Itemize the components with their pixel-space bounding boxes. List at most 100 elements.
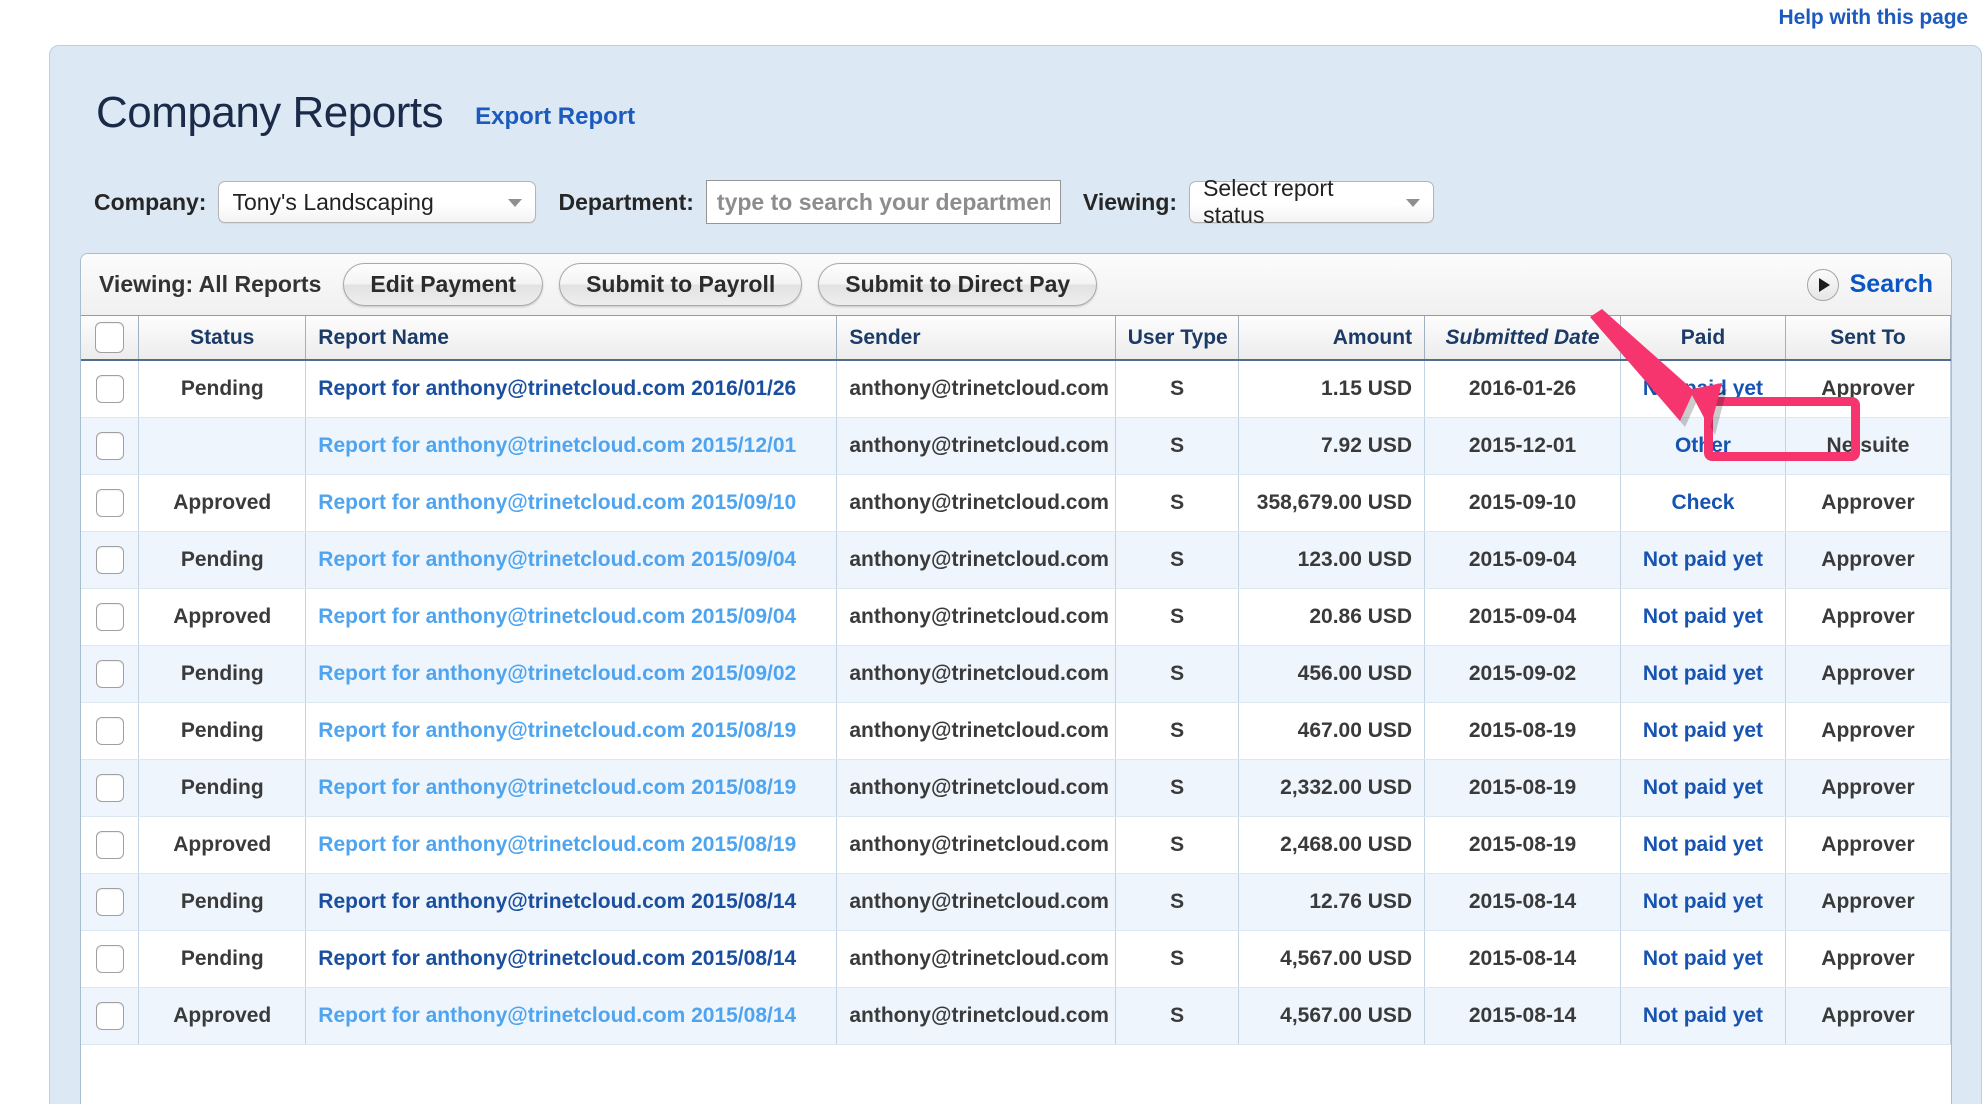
report-name-link[interactable]: Report for anthony@trinetcloud.com 2015/… <box>318 605 796 628</box>
row-checkbox[interactable] <box>95 887 124 916</box>
cell-report-name: Report for anthony@trinetcloud.com 2015/… <box>305 930 838 988</box>
row-checkbox[interactable] <box>95 431 124 460</box>
row-checkbox[interactable] <box>95 944 124 973</box>
cell-submitted-date: 2015-08-19 <box>1424 702 1621 760</box>
paid-status-link[interactable]: Not paid yet <box>1643 548 1763 571</box>
report-name-link[interactable]: Report for anthony@trinetcloud.com 2015/… <box>318 491 796 514</box>
select-all-header[interactable] <box>81 316 140 361</box>
title-row: Company Reports Export Report <box>96 91 635 135</box>
paid-status-link[interactable]: Not paid yet <box>1643 605 1763 628</box>
report-name-link[interactable]: Report for anthony@trinetcloud.com 2015/… <box>318 719 796 742</box>
cell-amount: 1.15 USD <box>1238 360 1426 418</box>
paid-status-link[interactable]: Not paid yet <box>1643 890 1763 913</box>
cell-submitted-date: 2016-01-26 <box>1424 360 1621 418</box>
row-select-cell[interactable] <box>81 987 140 1045</box>
report-name-link[interactable]: Report for anthony@trinetcloud.com 2015/… <box>318 1004 796 1027</box>
row-checkbox[interactable] <box>95 602 124 631</box>
column-header-status[interactable]: Status <box>138 316 307 361</box>
report-name-link[interactable]: Report for anthony@trinetcloud.com 2015/… <box>318 776 796 799</box>
submit-to-payroll-button[interactable]: Submit to Payroll <box>559 263 803 306</box>
column-header-sender[interactable]: Sender <box>836 316 1116 361</box>
row-select-cell[interactable] <box>81 645 140 703</box>
row-select-cell[interactable] <box>81 588 140 646</box>
table-row: Pending Report for anthony@trinetcloud.co… <box>81 645 1951 703</box>
row-select-cell[interactable] <box>81 816 140 874</box>
cell-amount: 467.00 USD <box>1238 702 1426 760</box>
column-header-submitted-date[interactable]: Submitted Date <box>1424 316 1621 361</box>
cell-amount: 12.76 USD <box>1238 873 1426 931</box>
company-select[interactable]: Tony's Landscaping <box>218 181 537 223</box>
paid-status-link[interactable]: Other <box>1675 434 1731 457</box>
row-select-cell[interactable] <box>81 531 140 589</box>
paid-status-link[interactable]: Not paid yet <box>1643 377 1763 400</box>
report-name-link[interactable]: Report for anthony@trinetcloud.com 2015/… <box>318 662 796 685</box>
report-name-link[interactable]: Report for anthony@trinetcloud.com 2015/… <box>318 947 796 970</box>
search-link[interactable]: Search <box>1850 270 1933 299</box>
column-header-paid[interactable]: Paid <box>1620 316 1786 361</box>
cell-submitted-date: 2015-08-19 <box>1424 816 1621 874</box>
column-header-amount[interactable]: Amount <box>1238 316 1426 361</box>
column-header-report-name[interactable]: Report Name <box>305 316 838 361</box>
cell-paid: Other <box>1620 417 1786 475</box>
column-header-sent-to[interactable]: Sent To <box>1785 316 1951 361</box>
cell-sender: anthony@trinetcloud.com <box>836 417 1116 475</box>
cell-status: Approved <box>138 816 307 874</box>
cell-amount: 123.00 USD <box>1238 531 1426 589</box>
paid-status-link[interactable]: Not paid yet <box>1643 833 1763 856</box>
cell-sender: anthony@trinetcloud.com <box>836 645 1116 703</box>
edit-payment-button[interactable]: Edit Payment <box>343 263 544 306</box>
paid-status-link[interactable]: Not paid yet <box>1643 719 1763 742</box>
row-checkbox[interactable] <box>95 773 124 802</box>
paid-status-link[interactable]: Not paid yet <box>1643 1004 1763 1027</box>
department-search-input[interactable] <box>705 180 1061 224</box>
report-name-link[interactable]: Report for anthony@trinetcloud.com 2015/… <box>318 434 796 457</box>
cell-status: Approved <box>138 474 307 532</box>
export-report-link[interactable]: Export Report <box>475 103 635 131</box>
viewing-label: Viewing: <box>1082 188 1178 215</box>
cell-status: Pending <box>138 531 307 589</box>
cell-sent-to: Approver <box>1785 702 1951 760</box>
report-name-link[interactable]: Report for anthony@trinetcloud.com 2015/… <box>318 890 796 913</box>
department-label: Department: <box>558 188 694 215</box>
report-name-link[interactable]: Report for anthony@trinetcloud.com 2015/… <box>318 548 796 571</box>
row-checkbox[interactable] <box>95 1001 124 1030</box>
paid-status-link[interactable]: Check <box>1671 491 1734 514</box>
play-triangle-icon[interactable] <box>1806 268 1839 301</box>
row-select-cell[interactable] <box>81 759 140 817</box>
report-name-link[interactable]: Report for anthony@trinetcloud.com 2016/… <box>318 377 796 400</box>
select-all-checkbox[interactable] <box>95 322 125 353</box>
paid-status-link[interactable]: Not paid yet <box>1643 662 1763 685</box>
page-root: Help with this page Company Reports Expo… <box>0 0 1982 1104</box>
row-checkbox[interactable] <box>95 716 124 745</box>
cell-report-name: Report for anthony@trinetcloud.com 2015/… <box>305 873 838 931</box>
company-label: Company: <box>94 188 207 215</box>
cell-report-name: Report for anthony@trinetcloud.com 2015/… <box>305 759 838 817</box>
cell-paid: Not paid yet <box>1620 531 1786 589</box>
cell-amount: 4,567.00 USD <box>1238 987 1426 1045</box>
paid-status-link[interactable]: Not paid yet <box>1643 947 1763 970</box>
cell-report-name: Report for anthony@trinetcloud.com 2015/… <box>305 816 838 874</box>
report-name-link[interactable]: Report for anthony@trinetcloud.com 2015/… <box>318 833 796 856</box>
table-row: Approved Report for anthony@trinetcloud.c… <box>81 816 1951 874</box>
cell-sent-to: Approver <box>1785 360 1951 418</box>
row-checkbox[interactable] <box>95 830 124 859</box>
row-checkbox[interactable] <box>95 545 124 574</box>
row-select-cell[interactable] <box>81 360 140 418</box>
column-header-user-type[interactable]: User Type <box>1115 316 1240 361</box>
row-checkbox[interactable] <box>95 488 124 517</box>
paid-status-link[interactable]: Not paid yet <box>1643 776 1763 799</box>
cell-report-name: Report for anthony@trinetcloud.com 2015/… <box>305 531 838 589</box>
cell-status: Pending <box>138 702 307 760</box>
row-select-cell[interactable] <box>81 930 140 988</box>
report-status-select[interactable]: Select report status <box>1189 175 1435 228</box>
row-select-cell[interactable] <box>81 417 140 475</box>
row-select-cell[interactable] <box>81 873 140 931</box>
help-with-this-page-link[interactable]: Help with this page <box>1779 6 1969 30</box>
row-select-cell[interactable] <box>81 474 140 532</box>
submit-to-direct-pay-button[interactable]: Submit to Direct Pay <box>818 263 1098 306</box>
search-group[interactable]: Search <box>1806 268 1939 301</box>
row-checkbox[interactable] <box>95 659 124 688</box>
row-checkbox[interactable] <box>95 374 124 403</box>
row-select-cell[interactable] <box>81 702 140 760</box>
cell-sent-to: Approver <box>1785 645 1951 703</box>
